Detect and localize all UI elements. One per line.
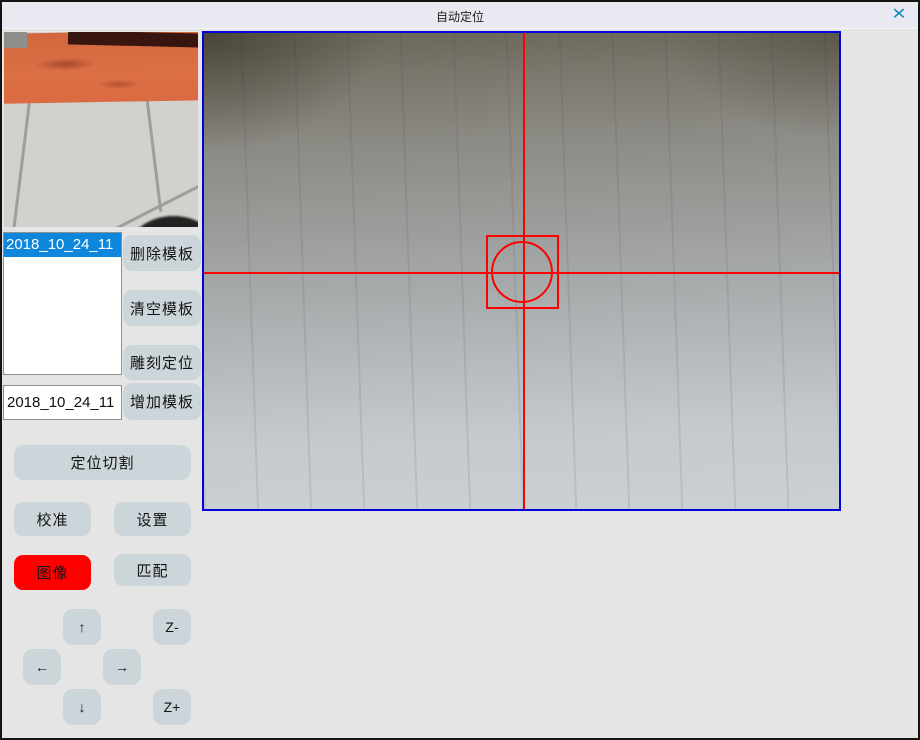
roi-circle xyxy=(491,241,553,303)
jog-up-button[interactable]: ↑ xyxy=(63,609,101,645)
template-name-input[interactable] xyxy=(3,385,122,420)
auto-locate-dialog: 自动定位 ✕ 2018_10_24_11 删除模板 清空模板 雕刻定位 增加模板… xyxy=(0,0,920,740)
thumb-gray-patch xyxy=(4,32,27,48)
calibrate-button[interactable]: 校准 xyxy=(14,502,91,536)
template-list[interactable]: 2018_10_24_11 xyxy=(3,232,122,375)
title-bar: 自动定位 ✕ xyxy=(2,2,918,29)
tile-grout-line xyxy=(145,92,163,211)
match-button[interactable]: 匹配 xyxy=(114,554,191,586)
image-button[interactable]: 图像 xyxy=(14,555,91,590)
add-template-button[interactable]: 增加模板 xyxy=(123,383,201,420)
clear-templates-button[interactable]: 清空模板 xyxy=(123,290,201,326)
dialog-title: 自动定位 xyxy=(2,8,918,25)
jog-z-minus-button[interactable]: Z- xyxy=(153,609,191,645)
jog-left-button[interactable]: ← xyxy=(23,649,61,685)
settings-button[interactable]: 设置 xyxy=(114,502,191,536)
template-thumbnail xyxy=(4,32,198,227)
tile-grout-line xyxy=(11,94,32,227)
close-icon[interactable]: ✕ xyxy=(886,5,911,25)
camera-view xyxy=(202,31,841,511)
list-item[interactable]: 2018_10_24_11 xyxy=(4,233,121,257)
jog-down-button[interactable]: ↓ xyxy=(63,689,101,725)
jog-z-plus-button[interactable]: Z+ xyxy=(153,689,191,725)
delete-template-button[interactable]: 删除模板 xyxy=(123,235,201,271)
engrave-locate-button[interactable]: 雕刻定位 xyxy=(123,345,201,380)
locate-cut-button[interactable]: 定位切割 xyxy=(14,445,191,480)
jog-right-button[interactable]: → xyxy=(103,649,141,685)
